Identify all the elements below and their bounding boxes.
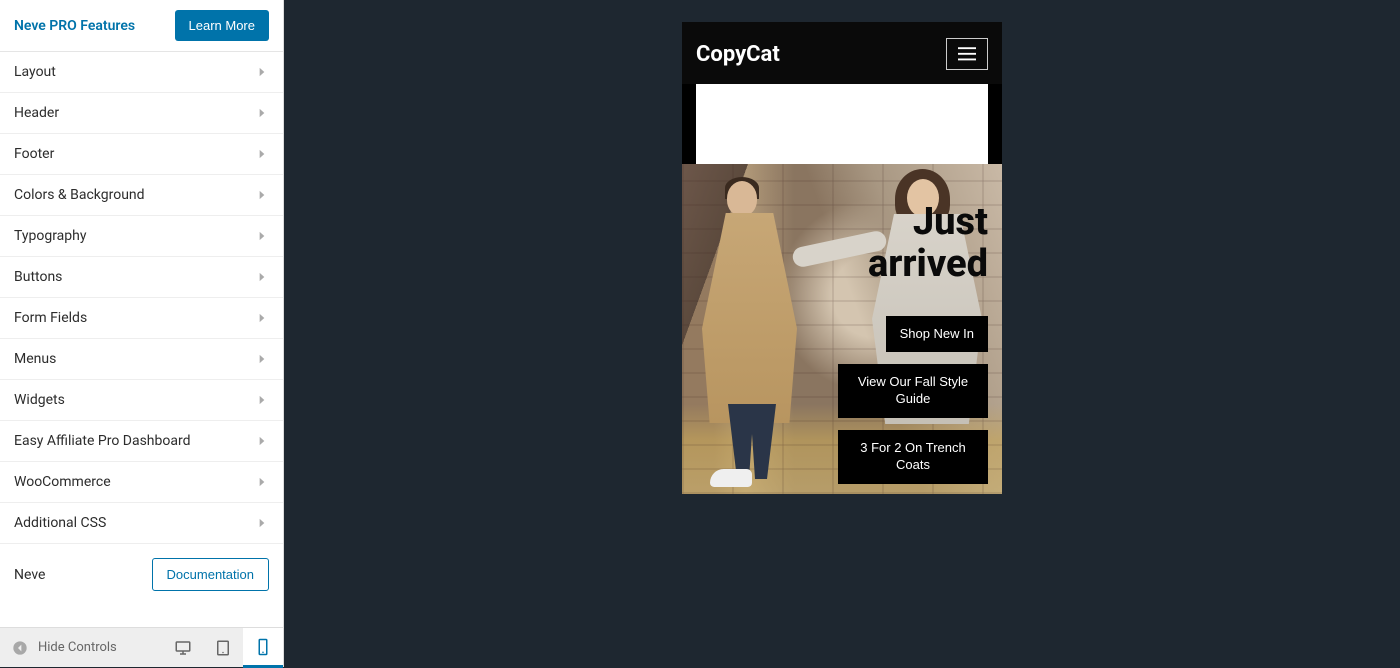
hero-figure-left (692, 179, 812, 479)
customizer-menu: Layout Header Footer Colors & Background… (0, 52, 283, 627)
device-desktop-button[interactable] (163, 628, 203, 668)
tablet-icon (214, 639, 232, 657)
hero-content: Just arrived Shop New In View Our Fall S… (808, 202, 988, 484)
menu-label: Typography (14, 228, 86, 244)
menu-item-affiliate[interactable]: Easy Affiliate Pro Dashboard (0, 421, 283, 462)
menu-label: Buttons (14, 269, 62, 285)
hero-buttons: Shop New In View Our Fall Style Guide 3 … (808, 316, 988, 484)
menu-item-menus[interactable]: Menus (0, 339, 283, 380)
chevron-right-icon (255, 311, 269, 325)
device-mobile-button[interactable] (243, 628, 283, 668)
device-tablet-button[interactable] (203, 628, 243, 668)
hero-section: Just arrived Shop New In View Our Fall S… (682, 164, 1002, 494)
hero-button-guide[interactable]: View Our Fall Style Guide (838, 364, 988, 418)
hero-button-offer[interactable]: 3 For 2 On Trench Coats (838, 430, 988, 484)
menu-item-footer[interactable]: Footer (0, 134, 283, 175)
menu-label: Colors & Background (14, 187, 145, 203)
collapse-left-icon (12, 640, 28, 656)
chevron-right-icon (255, 434, 269, 448)
menu-item-colors[interactable]: Colors & Background (0, 175, 283, 216)
hide-controls-button[interactable]: Hide Controls (0, 640, 129, 656)
device-switcher (163, 628, 283, 667)
menu-item-additional-css[interactable]: Additional CSS (0, 503, 283, 544)
chevron-right-icon (255, 106, 269, 120)
site-header: CopyCat (682, 22, 1002, 84)
content-block (696, 84, 988, 164)
menu-label: Footer (14, 146, 54, 162)
chevron-right-icon (255, 516, 269, 530)
learn-more-button[interactable]: Learn More (175, 10, 269, 41)
menu-label: Layout (14, 64, 56, 80)
site-title: CopyCat (696, 42, 780, 67)
chevron-right-icon (255, 65, 269, 79)
bottom-bar: Hide Controls (0, 627, 283, 667)
menu-label: WooCommerce (14, 474, 111, 490)
mobile-menu-toggle[interactable] (946, 38, 988, 70)
menu-item-woocommerce[interactable]: WooCommerce (0, 462, 283, 503)
mobile-preview: CopyCat Just arrived Shop New In View Ou… (682, 22, 1002, 494)
hero-button-shop[interactable]: Shop New In (886, 316, 988, 353)
hero-title: Just arrived (808, 202, 988, 286)
theme-label: Neve (14, 567, 45, 583)
documentation-button[interactable]: Documentation (152, 558, 269, 591)
menu-item-layout[interactable]: Layout (0, 52, 283, 93)
pro-title: Neve PRO Features (14, 18, 135, 34)
menu-item-buttons[interactable]: Buttons (0, 257, 283, 298)
chevron-right-icon (255, 352, 269, 366)
chevron-right-icon (255, 475, 269, 489)
hamburger-icon (958, 47, 976, 61)
chevron-right-icon (255, 270, 269, 284)
preview-area: CopyCat Just arrived Shop New In View Ou… (284, 0, 1400, 667)
menu-item-form-fields[interactable]: Form Fields (0, 298, 283, 339)
menu-item-header[interactable]: Header (0, 93, 283, 134)
chevron-right-icon (255, 393, 269, 407)
desktop-icon (174, 639, 192, 657)
chevron-right-icon (255, 188, 269, 202)
theme-row: Neve Documentation (0, 544, 283, 609)
menu-label: Form Fields (14, 310, 87, 326)
mobile-icon (254, 638, 272, 656)
pro-banner: Neve PRO Features Learn More (0, 0, 283, 52)
menu-label: Easy Affiliate Pro Dashboard (14, 433, 190, 449)
menu-label: Header (14, 105, 59, 121)
menu-label: Additional CSS (14, 515, 106, 531)
chevron-right-icon (255, 147, 269, 161)
menu-label: Widgets (14, 392, 65, 408)
hide-controls-label: Hide Controls (38, 640, 117, 655)
customizer-sidebar: Neve PRO Features Learn More Layout Head… (0, 0, 284, 667)
menu-label: Menus (14, 351, 56, 367)
chevron-right-icon (255, 229, 269, 243)
menu-item-typography[interactable]: Typography (0, 216, 283, 257)
menu-item-widgets[interactable]: Widgets (0, 380, 283, 421)
